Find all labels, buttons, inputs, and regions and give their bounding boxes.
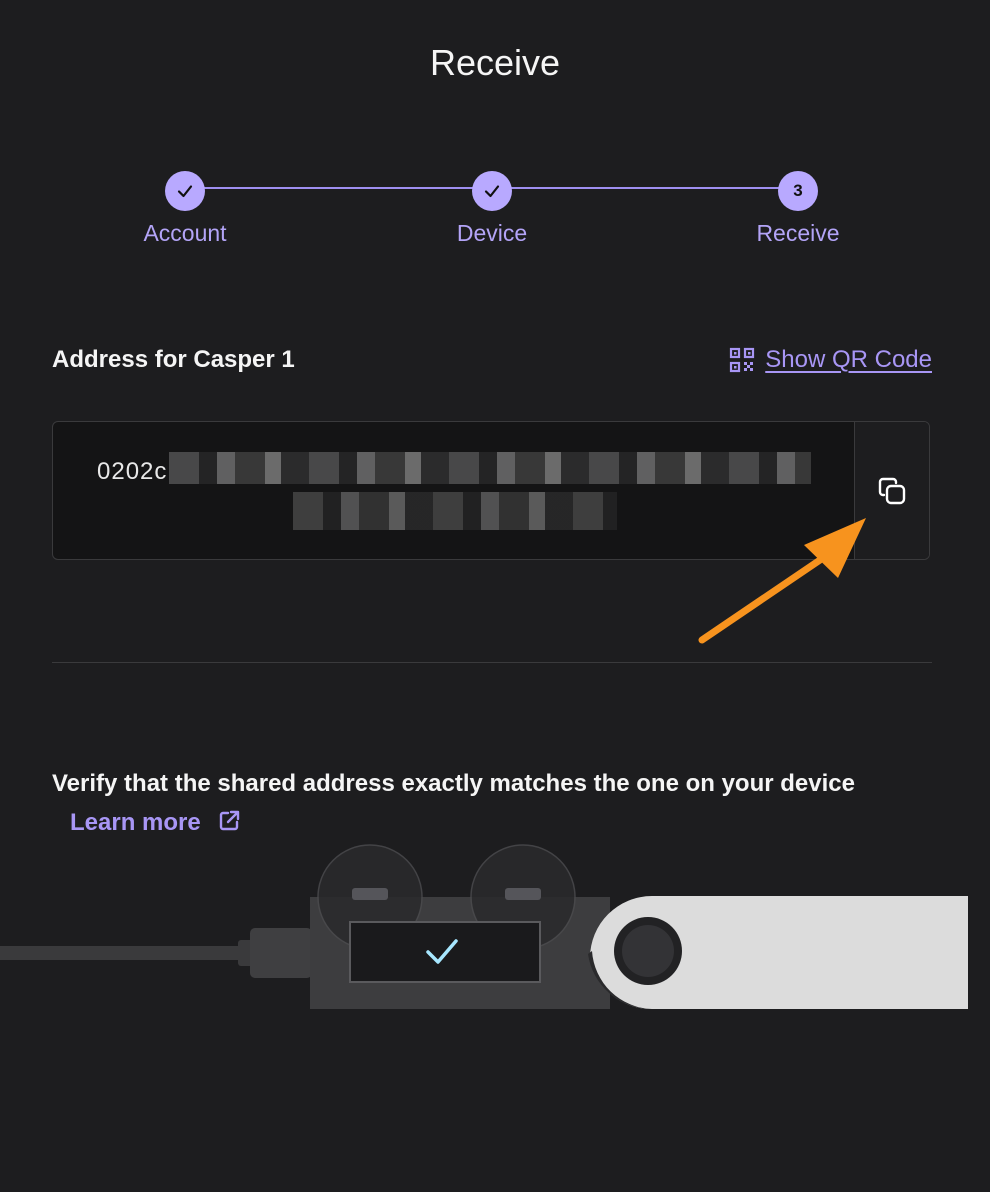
address-label: Address for Casper 1 — [52, 346, 295, 373]
step-account-label: Account — [143, 220, 227, 246]
check-icon — [177, 185, 193, 198]
address-redacted-line-1 — [169, 452, 811, 484]
address-value: 0202c — [97, 458, 168, 485]
step-account-check — [165, 171, 205, 211]
qr-code-icon — [730, 347, 755, 373]
step-receive-number: 3 — [778, 171, 818, 211]
address-field: 0202c — [52, 421, 930, 560]
check-icon — [484, 185, 500, 198]
copy-icon — [878, 477, 906, 504]
receive-page: Receive Account Device 3 Receive Address… — [0, 0, 990, 1192]
step-device-check — [472, 171, 512, 211]
page-title: Receive — [429, 42, 561, 83]
step-receive-label: Receive — [756, 220, 840, 246]
section-divider — [52, 662, 932, 663]
show-qr-code-label: Show QR Code — [765, 346, 932, 373]
verify-text: Verify that the shared address exactly m… — [52, 770, 855, 797]
step-device-label: Device — [456, 220, 528, 246]
copy-address-button[interactable] — [854, 422, 929, 559]
address-redacted-line-2 — [293, 492, 617, 530]
ledger-device-illustration — [0, 844, 968, 1010]
show-qr-code-link[interactable]: Show QR Code — [729, 346, 932, 374]
